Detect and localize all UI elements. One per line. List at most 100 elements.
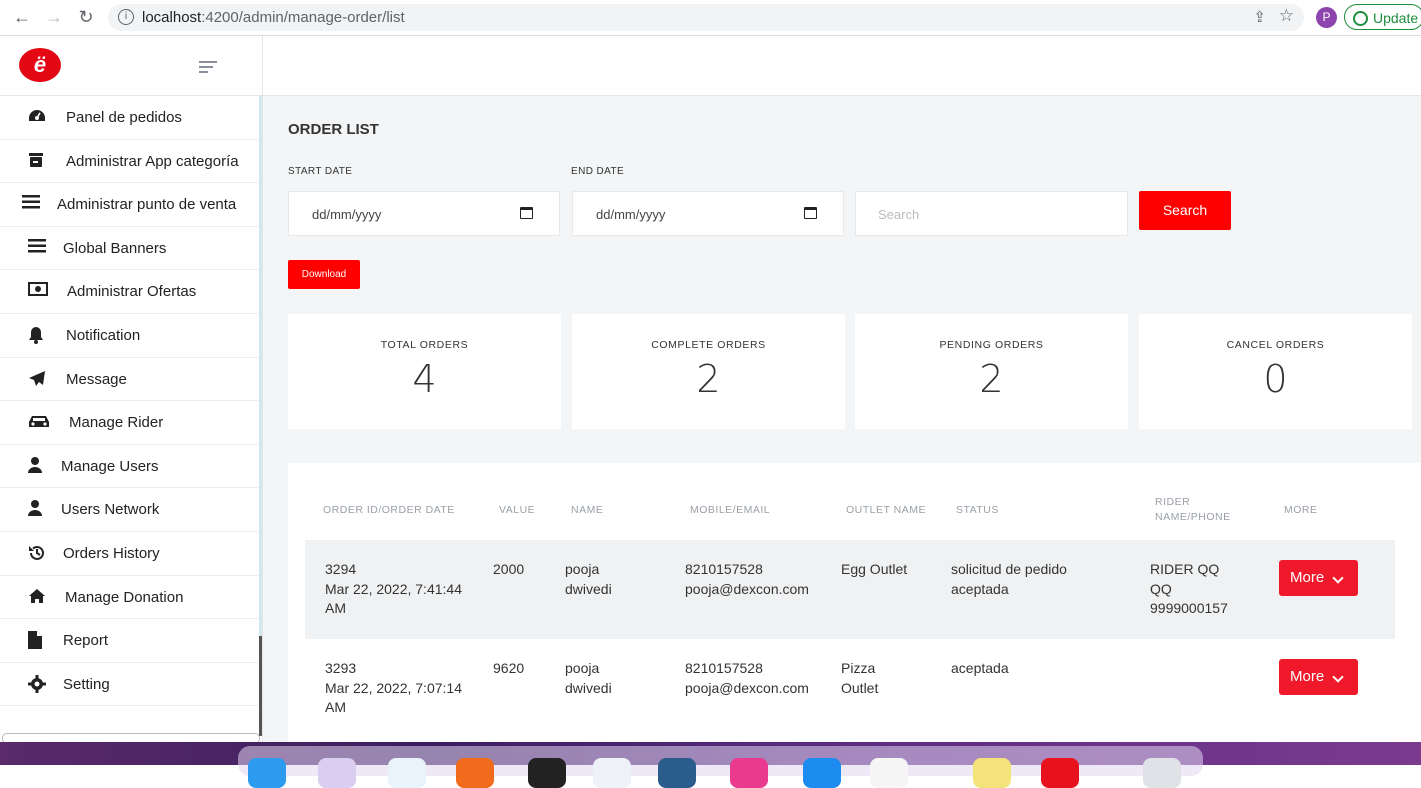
sidebar-item-administrar-punto-de-venta[interactable]: Administrar punto de venta (0, 183, 259, 227)
brand-logo[interactable]: ë (19, 48, 61, 82)
sidebar-item-label: Administrar Ofertas (67, 283, 197, 301)
sidebar-item-setting[interactable]: Setting (0, 663, 259, 707)
xcode-icon[interactable] (658, 758, 696, 788)
order-id-date: 3294 Mar 22, 2022, 7:41:44 AM (325, 561, 462, 616)
app-icon[interactable] (730, 758, 768, 788)
sidebar-item-label: Manage Rider (69, 414, 164, 432)
rider-info: RIDER QQ QQ 9999000157 (1150, 561, 1228, 616)
sidebar-scrollbar-track (259, 95, 262, 640)
home-icon (28, 588, 48, 606)
mobile-email: 8210157528 pooja@dexcon.com (685, 561, 809, 597)
store-icon (28, 152, 48, 170)
sidebar-header: ë (0, 36, 262, 96)
start-date-input[interactable]: dd/mm/yyyy (288, 191, 560, 236)
chrome-icon[interactable] (528, 758, 566, 788)
notes-icon[interactable] (973, 758, 1011, 788)
menu-toggle-icon[interactable] (199, 61, 217, 76)
launchpad-icon[interactable] (318, 758, 356, 788)
trash-icon[interactable] (1143, 758, 1181, 788)
end-date-value: dd/mm/yyyy (596, 207, 666, 222)
back-icon[interactable]: ← (11, 6, 33, 28)
sidebar-item-label: Users Network (61, 501, 160, 519)
horizontal-scrollbar[interactable] (2, 733, 260, 742)
column-header: MORE (1284, 504, 1318, 516)
app-icon[interactable] (456, 758, 494, 788)
sidebar-item-notification[interactable]: Notification (0, 314, 259, 358)
sidebar-item-label: Message (66, 370, 127, 388)
info-icon[interactable]: i (118, 9, 134, 25)
forward-icon[interactable]: → (43, 6, 65, 28)
sidebar-item-message[interactable]: Message (0, 358, 259, 402)
address-bar[interactable]: i localhost:4200/admin/manage-order/list… (108, 4, 1304, 31)
sidebar-item-label: Administrar punto de venta (57, 196, 237, 214)
outlet-name: Egg Outlet (841, 561, 908, 577)
download-button[interactable]: Download (288, 260, 360, 289)
main-content: ORDER LIST START DATE END DATE dd/mm/yyy… (263, 96, 1421, 742)
customer-name: pooja dwivedi (565, 561, 612, 597)
search-button[interactable]: Search (1139, 191, 1231, 230)
sidebar-item-manage-users[interactable]: Manage Users (0, 445, 259, 489)
finder-icon[interactable] (248, 758, 286, 788)
stat-value: 0 (1263, 357, 1288, 401)
stat-complete-orders: COMPLETE ORDERS 2 (572, 314, 845, 429)
url-text[interactable]: localhost:4200/admin/manage-order/list (142, 9, 405, 26)
sidebar-item-panel-de-pedidos[interactable]: Panel de pedidos (0, 96, 259, 140)
bookmark-star-icon[interactable]: ☆ (1279, 6, 1294, 26)
app-icon[interactable] (593, 758, 631, 788)
order-id-date: 3293 Mar 22, 2022, 7:07:14 AM (325, 660, 462, 715)
sidebar-menu: Panel de pedidos Administrar App categorí… (0, 96, 259, 707)
update-button[interactable]: Update (1344, 4, 1421, 30)
order-value: 9620 (493, 660, 525, 676)
dock (238, 746, 1203, 788)
column-header: RIDER NAME/PHONE (1155, 496, 1231, 523)
sidebar-item-global-banners[interactable]: Global Banners (0, 227, 259, 271)
profile-avatar[interactable]: P (1316, 7, 1337, 28)
sidebar-item-administrar-ofertas[interactable]: Administrar Ofertas (0, 270, 259, 314)
app-icon[interactable] (870, 758, 908, 788)
app-icon[interactable] (1041, 758, 1079, 788)
outlet-name: Pizza Outlet (841, 660, 879, 696)
paper-plane-icon (28, 370, 48, 388)
search-input[interactable]: Search (855, 191, 1128, 236)
table-row: 3293 Mar 22, 2022, 7:07:14 AM 9620 pooja… (305, 639, 1395, 738)
end-date-label: END DATE (571, 166, 625, 177)
table-row: 3294 Mar 22, 2022, 7:41:44 AM 2000 pooja… (305, 540, 1395, 639)
sidebar-item-users-network[interactable]: Users Network (0, 488, 259, 532)
money-icon (28, 282, 48, 300)
app-store-icon[interactable] (803, 758, 841, 788)
sidebar-item-label: Report (63, 632, 109, 650)
bars-icon (28, 238, 48, 257)
safari-icon[interactable] (388, 758, 426, 788)
column-header: ORDER ID/ORDER DATE (323, 504, 455, 516)
share-icon[interactable]: ⇪ (1253, 8, 1266, 26)
sidebar-item-label: Administrar App categoría (66, 152, 239, 170)
sidebar-item-report[interactable]: Report (0, 619, 259, 663)
more-button[interactable]: More (1279, 659, 1358, 695)
history-icon (28, 544, 48, 562)
chevron-down-icon (1332, 671, 1344, 683)
calendar-icon[interactable] (804, 207, 817, 219)
more-button[interactable]: More (1279, 560, 1358, 596)
sidebar-item-orders-history[interactable]: Orders History (0, 532, 259, 576)
sidebar-item-manage-donation[interactable]: Manage Donation (0, 576, 259, 620)
calendar-icon[interactable] (520, 207, 533, 219)
stat-label: CANCEL ORDERS (1226, 339, 1325, 351)
sidebar-item-administrar-app-categor-a[interactable]: Administrar App categoría (0, 140, 259, 184)
bars-icon (22, 195, 42, 213)
page-title: ORDER LIST (288, 121, 379, 138)
url-host: localhost (142, 9, 202, 26)
sidebar-item-manage-rider[interactable]: Manage Rider (0, 401, 259, 445)
file-icon (28, 631, 48, 650)
bell-icon (28, 326, 48, 344)
column-header: VALUE (499, 504, 536, 516)
end-date-input[interactable]: dd/mm/yyyy (572, 191, 844, 236)
stat-total-orders: TOTAL ORDERS 4 (288, 314, 561, 429)
column-header: MOBILE/EMAIL (690, 504, 771, 516)
sidebar-scrollbar-thumb[interactable] (259, 636, 262, 736)
user-icon (28, 500, 48, 518)
reload-icon[interactable]: ↻ (75, 6, 97, 28)
order-status: solicitud de pedido aceptada (951, 561, 1067, 597)
url-path: :4200/admin/manage-order/list (201, 9, 405, 26)
sidebar: ë Panel de pedidos Administrar App catego… (0, 36, 263, 742)
sidebar-item-label: Panel de pedidos (66, 109, 182, 126)
